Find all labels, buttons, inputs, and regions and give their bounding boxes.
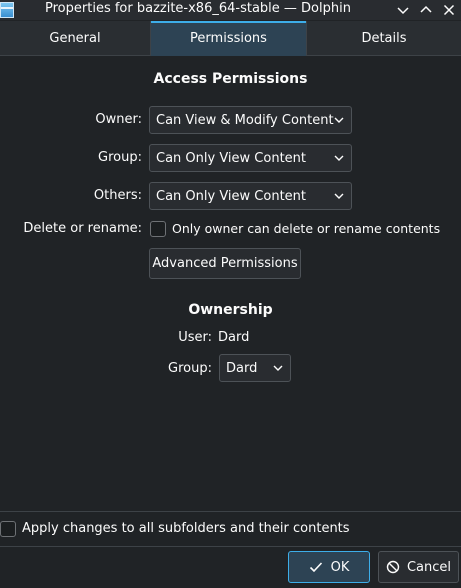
divider bbox=[0, 546, 461, 547]
advanced-permissions-button[interactable]: Advanced Permissions bbox=[149, 248, 301, 279]
chevron-down-icon bbox=[397, 7, 409, 15]
chevron-down-icon bbox=[334, 193, 344, 199]
user-value: Dard bbox=[218, 330, 250, 345]
ownership-heading: Ownership bbox=[188, 302, 273, 318]
others-permission-select[interactable]: Can Only View Content bbox=[149, 182, 352, 210]
group-label: Group: bbox=[98, 150, 142, 165]
ok-button[interactable]: OK bbox=[288, 551, 370, 583]
owner-label: Owner: bbox=[95, 112, 142, 127]
close-window-button[interactable] bbox=[439, 0, 459, 20]
owner-permission-select[interactable]: Can View & Modify Content bbox=[149, 106, 352, 134]
group-permission-value: Can Only View Content bbox=[156, 150, 307, 166]
title-bar: Properties for bazzite-x86_64-stable — D… bbox=[0, 0, 461, 20]
tab-bar: General Permissions Details bbox=[0, 21, 461, 56]
tab-label: General bbox=[49, 31, 101, 46]
ownership-group-value: Dard bbox=[226, 360, 258, 376]
apply-subfolders-checkbox[interactable] bbox=[0, 521, 16, 537]
owner-permission-value: Can View & Modify Content bbox=[156, 112, 334, 128]
cancel-button[interactable]: Cancel bbox=[378, 551, 459, 583]
window-title: Properties for bazzite-x86_64-stable — D… bbox=[45, 1, 351, 16]
tab-details[interactable]: Details bbox=[307, 21, 461, 56]
apply-subfolders-label[interactable]: Apply changes to all subfolders and thei… bbox=[22, 521, 350, 536]
close-icon bbox=[443, 4, 455, 16]
group-permission-select[interactable]: Can Only View Content bbox=[149, 144, 352, 172]
tab-permissions[interactable]: Permissions bbox=[150, 21, 307, 56]
chevron-up-icon bbox=[420, 5, 432, 13]
tab-label: Details bbox=[361, 31, 407, 46]
chevron-down-icon bbox=[334, 155, 344, 161]
delete-rename-checkbox[interactable] bbox=[150, 221, 166, 237]
tab-label: Permissions bbox=[190, 31, 267, 46]
ownership-group-label: Group: bbox=[168, 361, 212, 376]
cancel-label: Cancel bbox=[406, 559, 452, 575]
delete-rename-checkbox-label[interactable]: Only owner can delete or rename contents bbox=[172, 221, 440, 236]
tab-general[interactable]: General bbox=[0, 21, 150, 56]
chevron-down-icon bbox=[273, 365, 283, 371]
divider bbox=[0, 511, 461, 512]
maximize-button[interactable] bbox=[416, 0, 436, 20]
others-permission-value: Can Only View Content bbox=[156, 188, 307, 204]
ok-label: OK bbox=[330, 559, 350, 575]
chevron-down-icon bbox=[334, 117, 344, 123]
advanced-permissions-label: Advanced Permissions bbox=[152, 256, 298, 271]
cancel-icon bbox=[386, 560, 400, 574]
others-label: Others: bbox=[93, 188, 142, 203]
ownership-group-select[interactable]: Dard bbox=[219, 354, 291, 382]
user-label: User: bbox=[178, 330, 212, 345]
access-permissions-heading: Access Permissions bbox=[153, 71, 308, 87]
delete-rename-label: Delete or rename: bbox=[23, 221, 142, 236]
check-icon bbox=[309, 562, 322, 573]
minimize-button[interactable] bbox=[393, 0, 413, 20]
